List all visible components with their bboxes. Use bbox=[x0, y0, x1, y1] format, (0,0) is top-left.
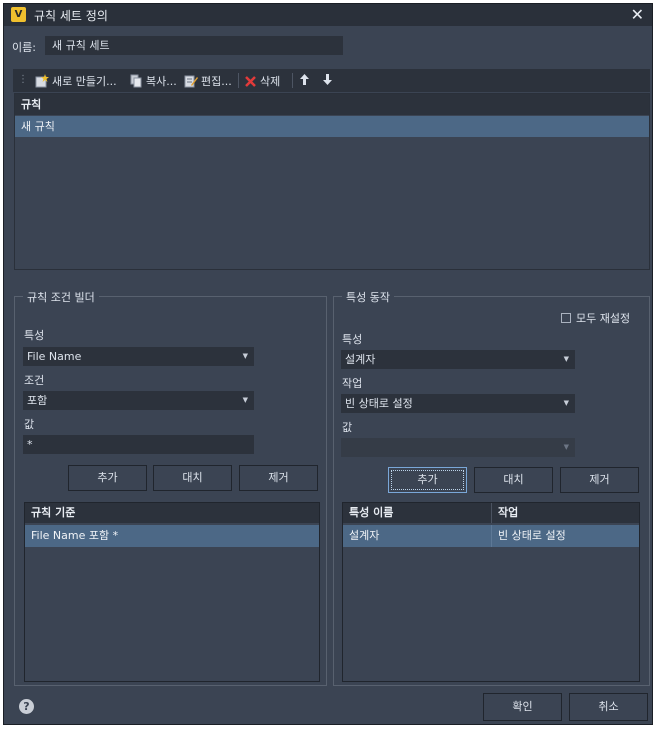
table-cell-property-name[interactable]: 설계자 bbox=[343, 525, 491, 547]
criteria-list-header: 규칙 기준 bbox=[25, 503, 319, 523]
name-label: 이름: bbox=[12, 41, 36, 54]
property-action-group: 특성 동작 모두 재설정 특성 설계자 ▼ 작업 빈 상태로 설정 ▼ 값 ▼ … bbox=[333, 289, 650, 686]
criteria-list: 규칙 기준 File Name 포함 * bbox=[24, 502, 320, 682]
title-bar: V 규칙 세트 정의 ✕ bbox=[4, 4, 652, 26]
ok-button[interactable]: 확인 bbox=[483, 693, 562, 721]
dropdown-arrow-icon: ▼ bbox=[563, 355, 569, 363]
property-action-title: 특성 동작 bbox=[342, 289, 394, 305]
help-icon[interactable]: ? bbox=[19, 699, 34, 714]
new-rule-label: 새로 만들기... bbox=[52, 75, 117, 88]
action-property-label: 특성 bbox=[342, 333, 363, 346]
replace-action-button[interactable]: 대치 bbox=[474, 467, 553, 493]
condition-builder-title: 규칙 조건 빌더 bbox=[23, 289, 99, 305]
arrow-down-icon bbox=[323, 74, 332, 85]
reset-all-label: 모두 재설정 bbox=[576, 312, 631, 325]
dropdown-arrow-icon: ▼ bbox=[563, 443, 569, 451]
delete-rule-label: 삭제 bbox=[260, 75, 281, 88]
edit-icon bbox=[184, 75, 198, 88]
toolbar-divider bbox=[238, 73, 239, 88]
action-property-selected-value: 설계자 bbox=[345, 353, 376, 366]
condition-label: 조건 bbox=[24, 374, 45, 387]
action-value-label: 값 bbox=[342, 421, 353, 434]
property-action-table: 특성 이름 작업 설계자 빈 상태로 설정 bbox=[342, 502, 640, 682]
property-dropdown[interactable]: File Name ▼ bbox=[23, 347, 254, 366]
rules-toolbar: ⋮ 새로 만들기... 복사... 편집... 삭제 bbox=[13, 69, 650, 92]
property-selected-value: File Name bbox=[27, 350, 82, 363]
rule-set-dialog: V 규칙 세트 정의 ✕ 이름: 새 규칙 세트 ⋮ 새로 만들기... 복사.… bbox=[3, 3, 653, 725]
new-icon bbox=[35, 74, 49, 88]
copy-rule-label: 복사... bbox=[146, 75, 177, 88]
action-selected-value: 빈 상태로 설정 bbox=[345, 397, 413, 410]
new-rule-button[interactable]: 새로 만들기... bbox=[35, 73, 117, 89]
rules-list: 규칙 새 규칙 bbox=[14, 93, 650, 270]
add-action-button[interactable]: 추가 bbox=[388, 467, 467, 493]
move-down-button[interactable] bbox=[322, 73, 333, 86]
list-item[interactable]: File Name 포함 * bbox=[25, 525, 319, 547]
value-input[interactable]: * bbox=[23, 435, 254, 454]
edit-rule-button[interactable]: 편집... bbox=[184, 73, 232, 89]
close-icon[interactable]: ✕ bbox=[631, 5, 644, 24]
delete-rule-button[interactable]: 삭제 bbox=[244, 73, 280, 89]
toolbar-divider bbox=[292, 73, 293, 88]
toolbar-grip-icon[interactable]: ⋮ bbox=[18, 74, 28, 85]
delete-icon bbox=[245, 75, 256, 87]
dropdown-arrow-icon: ▼ bbox=[242, 396, 248, 404]
value-label: 값 bbox=[24, 418, 35, 431]
rules-list-header: 규칙 bbox=[15, 94, 649, 115]
action-value-dropdown[interactable]: ▼ bbox=[341, 438, 575, 457]
remove-condition-button[interactable]: 제거 bbox=[239, 465, 318, 491]
remove-action-button[interactable]: 제거 bbox=[560, 467, 639, 493]
replace-condition-button[interactable]: 대치 bbox=[153, 465, 232, 491]
add-condition-button[interactable]: 추가 bbox=[68, 465, 147, 491]
dialog-title: 규칙 세트 정의 bbox=[34, 9, 108, 23]
app-logo-icon: V bbox=[11, 7, 26, 22]
cancel-button[interactable]: 취소 bbox=[569, 693, 648, 721]
reset-all-checkbox[interactable] bbox=[561, 313, 571, 323]
edit-rule-label: 편집... bbox=[201, 75, 232, 88]
dropdown-arrow-icon: ▼ bbox=[563, 399, 569, 407]
arrow-up-icon bbox=[300, 74, 309, 85]
condition-selected-value: 포함 bbox=[27, 394, 48, 407]
column-header-action[interactable]: 작업 bbox=[491, 503, 639, 523]
table-cell-action[interactable]: 빈 상태로 설정 bbox=[491, 525, 639, 547]
column-header-property-name[interactable]: 특성 이름 bbox=[343, 503, 491, 523]
action-dropdown[interactable]: 빈 상태로 설정 ▼ bbox=[341, 394, 575, 413]
dropdown-arrow-icon: ▼ bbox=[242, 352, 248, 360]
name-input[interactable]: 새 규칙 세트 bbox=[45, 36, 343, 55]
condition-dropdown[interactable]: 포함 ▼ bbox=[23, 391, 254, 410]
action-label: 작업 bbox=[342, 377, 363, 390]
move-up-button[interactable] bbox=[299, 73, 310, 86]
list-item[interactable]: 새 규칙 bbox=[15, 116, 649, 137]
copy-rule-button[interactable]: 복사... bbox=[130, 73, 177, 89]
copy-icon bbox=[130, 74, 142, 88]
condition-builder-group: 규칙 조건 빌더 특성 File Name ▼ 조건 포함 ▼ 값 * 추가 대… bbox=[14, 289, 327, 686]
property-label: 특성 bbox=[24, 329, 45, 342]
action-property-dropdown[interactable]: 설계자 ▼ bbox=[341, 350, 575, 369]
